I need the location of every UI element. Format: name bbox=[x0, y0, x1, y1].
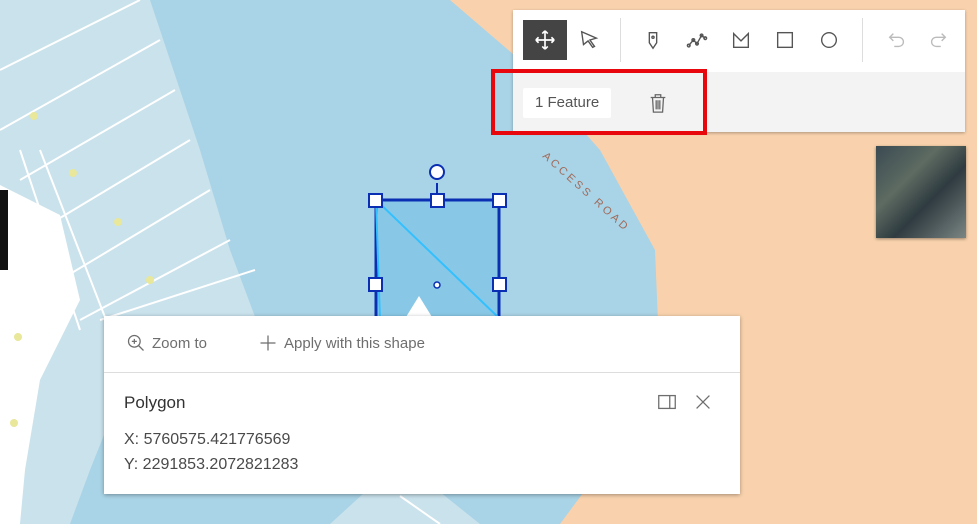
polyline-icon bbox=[686, 33, 708, 48]
popup-pointer bbox=[406, 296, 432, 317]
apply-shape-label: Apply with this shape bbox=[284, 334, 425, 352]
dock-icon[interactable] bbox=[656, 391, 678, 413]
circle-icon bbox=[820, 31, 838, 49]
y-coordinate: Y: 2291853.2072821283 bbox=[124, 456, 299, 473]
move-icon bbox=[535, 30, 555, 50]
rectangle-icon bbox=[776, 31, 794, 49]
popup-actions: Zoom to Apply with this shape bbox=[104, 316, 740, 373]
zoom-to-label: Zoom to bbox=[152, 334, 208, 352]
point-tool-button[interactable] bbox=[631, 20, 675, 60]
close-icon[interactable] bbox=[692, 391, 714, 413]
undo-button[interactable] bbox=[875, 20, 919, 60]
select-tool-button[interactable] bbox=[567, 20, 611, 60]
cursor-arrow-icon bbox=[580, 30, 599, 49]
polyline-tool-button[interactable] bbox=[675, 20, 719, 60]
point-pin-icon bbox=[648, 31, 658, 50]
circle-tool-button[interactable] bbox=[807, 20, 851, 60]
toolbar-tools-row bbox=[513, 10, 965, 72]
apply-shape-button[interactable]: Apply with this shape bbox=[258, 333, 425, 353]
undo-icon bbox=[888, 33, 905, 48]
polygon-icon bbox=[732, 31, 750, 49]
redo-button[interactable] bbox=[916, 20, 960, 60]
satellite-thumbnail[interactable] bbox=[876, 146, 966, 238]
zoom-in-icon bbox=[127, 334, 144, 351]
plus-icon bbox=[260, 335, 276, 351]
redo-icon bbox=[930, 33, 947, 48]
polygon-tool-button[interactable] bbox=[719, 20, 763, 60]
rectangle-tool-button[interactable] bbox=[763, 20, 807, 60]
popup-header-icons bbox=[656, 391, 714, 413]
zoom-to-button[interactable]: Zoom to bbox=[126, 333, 207, 353]
x-coordinate: X: 5760575.421776569 bbox=[124, 431, 291, 448]
highlight-box bbox=[491, 69, 707, 135]
popup-title: Polygon bbox=[124, 393, 186, 412]
move-tool-button[interactable] bbox=[523, 20, 567, 60]
feature-popup: Zoom to Apply with this shape Polygon X:… bbox=[104, 316, 740, 494]
